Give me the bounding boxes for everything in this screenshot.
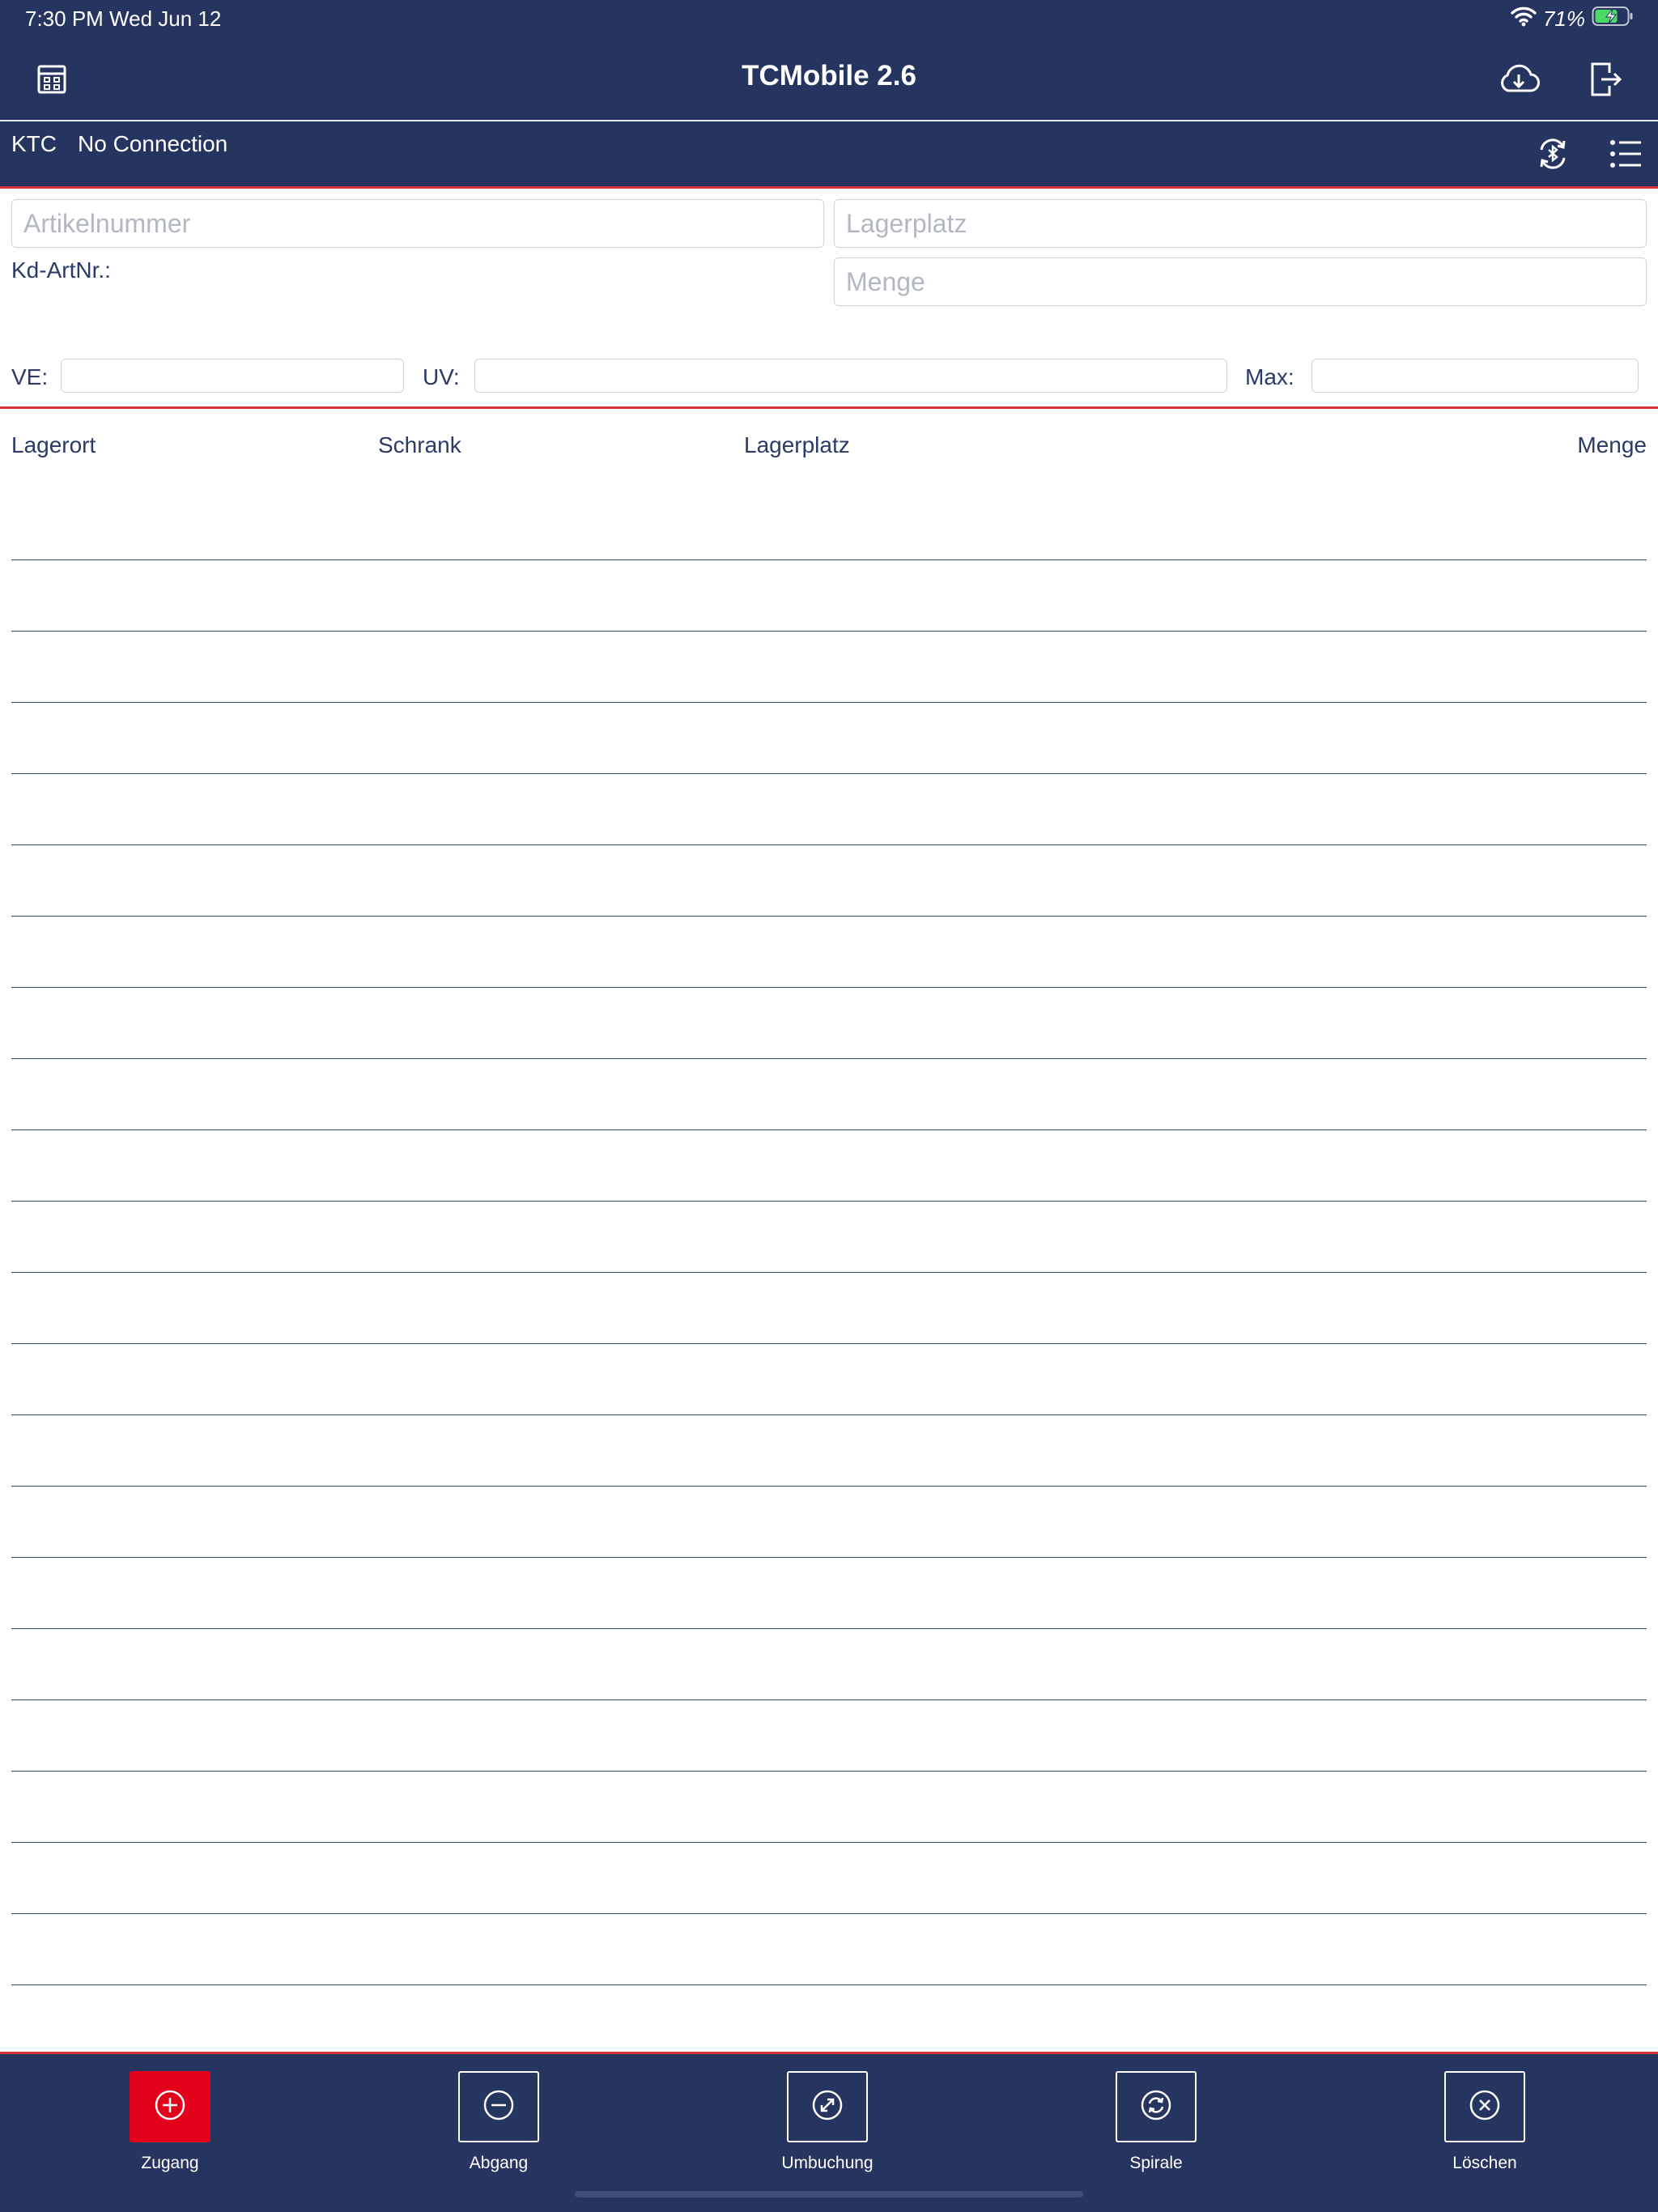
table-row[interactable] <box>11 1772 1647 1843</box>
list-menu-icon[interactable] <box>1603 131 1648 177</box>
status-time: 7:30 PM Wed Jun 12 <box>25 6 222 31</box>
column-header-lagerort: Lagerort <box>11 432 96 457</box>
column-header-menge: Menge <box>1577 432 1647 457</box>
table-row[interactable] <box>11 703 1647 774</box>
uv-label: UV: <box>423 364 460 389</box>
header-red-divider <box>0 186 1658 189</box>
table-row[interactable] <box>11 1487 1647 1558</box>
table-row[interactable] <box>11 1415 1647 1487</box>
transfer-circle-icon <box>811 2089 844 2125</box>
bluetooth-sync-icon[interactable] <box>1530 131 1575 177</box>
table-row[interactable] <box>11 489 1647 560</box>
navigation-bar: TCMobile 2.6 <box>0 37 1658 120</box>
ve-field[interactable] <box>61 359 404 393</box>
menge-input[interactable] <box>834 257 1647 306</box>
loeschen-label: Löschen <box>1452 2154 1517 2172</box>
table-row[interactable] <box>11 1985 1647 2057</box>
table-row[interactable] <box>11 1273 1647 1344</box>
table-row[interactable] <box>11 1843 1647 1914</box>
table-row[interactable] <box>11 917 1647 988</box>
table-row[interactable] <box>11 845 1647 917</box>
table-row[interactable] <box>11 1914 1647 1985</box>
spirale-button[interactable] <box>1116 2071 1197 2142</box>
company-label: KTC <box>11 131 57 156</box>
kd-artnr-label: Kd-ArtNr.: <box>11 257 111 283</box>
column-header-schrank: Schrank <box>378 432 461 457</box>
spirale-label: Spirale <box>1129 2154 1183 2172</box>
bottom-toolbar: Zugang Abgang Umbuchung Spirale Löschen <box>0 2054 1658 2212</box>
ve-label: VE: <box>11 364 49 389</box>
spirale-tool: Spirale <box>1075 2071 1237 2173</box>
table-row[interactable] <box>11 1202 1647 1273</box>
connection-bar: KTC No Connection <box>0 121 1658 186</box>
umbuchung-label: Umbuchung <box>781 2154 874 2172</box>
wifi-icon <box>1511 6 1537 32</box>
app-title: TCMobile 2.6 <box>742 60 916 91</box>
form-red-divider <box>0 406 1658 409</box>
table-row[interactable] <box>11 632 1647 703</box>
table-row[interactable] <box>11 1344 1647 1415</box>
abgang-label: Abgang <box>469 2154 529 2172</box>
table-row[interactable] <box>11 1629 1647 1700</box>
column-header-lagerplatz: Lagerplatz <box>744 432 850 457</box>
zugang-label: Zugang <box>141 2154 199 2172</box>
artikelnummer-input[interactable] <box>11 199 824 248</box>
cloud-download-icon[interactable] <box>1496 57 1541 102</box>
max-field[interactable] <box>1312 359 1639 393</box>
refresh-circle-icon <box>1140 2089 1172 2125</box>
table-row[interactable] <box>11 1059 1647 1130</box>
abgang-tool: Abgang <box>418 2071 580 2173</box>
table-row[interactable] <box>11 560 1647 632</box>
table-row[interactable] <box>11 774 1647 845</box>
plus-circle-icon <box>154 2089 186 2125</box>
close-circle-icon <box>1469 2089 1501 2125</box>
logout-icon[interactable] <box>1584 57 1629 102</box>
loeschen-button[interactable] <box>1444 2071 1525 2142</box>
lagerplatz-input[interactable] <box>834 199 1647 248</box>
status-bar: 7:30 PM Wed Jun 12 71% <box>0 0 1658 37</box>
status-indicators: 71% <box>1511 5 1634 32</box>
battery-percent: 71% <box>1542 6 1585 31</box>
umbuchung-tool: Umbuchung <box>746 2071 908 2173</box>
battery-charging-icon <box>1592 6 1634 32</box>
umbuchung-button[interactable] <box>787 2071 868 2142</box>
home-indicator <box>575 2191 1083 2197</box>
zugang-tool: Zugang <box>89 2071 251 2173</box>
zugang-button[interactable] <box>130 2071 210 2142</box>
abgang-button[interactable] <box>458 2071 539 2142</box>
max-label: Max: <box>1245 364 1295 389</box>
table-row[interactable] <box>11 988 1647 1059</box>
table-row[interactable] <box>11 1558 1647 1629</box>
stock-table-body <box>11 489 1647 2057</box>
minus-circle-icon <box>483 2089 515 2125</box>
table-row[interactable] <box>11 1700 1647 1772</box>
table-row[interactable] <box>11 1130 1647 1202</box>
uv-field[interactable] <box>474 359 1227 393</box>
loeschen-tool: Löschen <box>1404 2071 1566 2173</box>
connection-status: No Connection <box>78 131 228 156</box>
